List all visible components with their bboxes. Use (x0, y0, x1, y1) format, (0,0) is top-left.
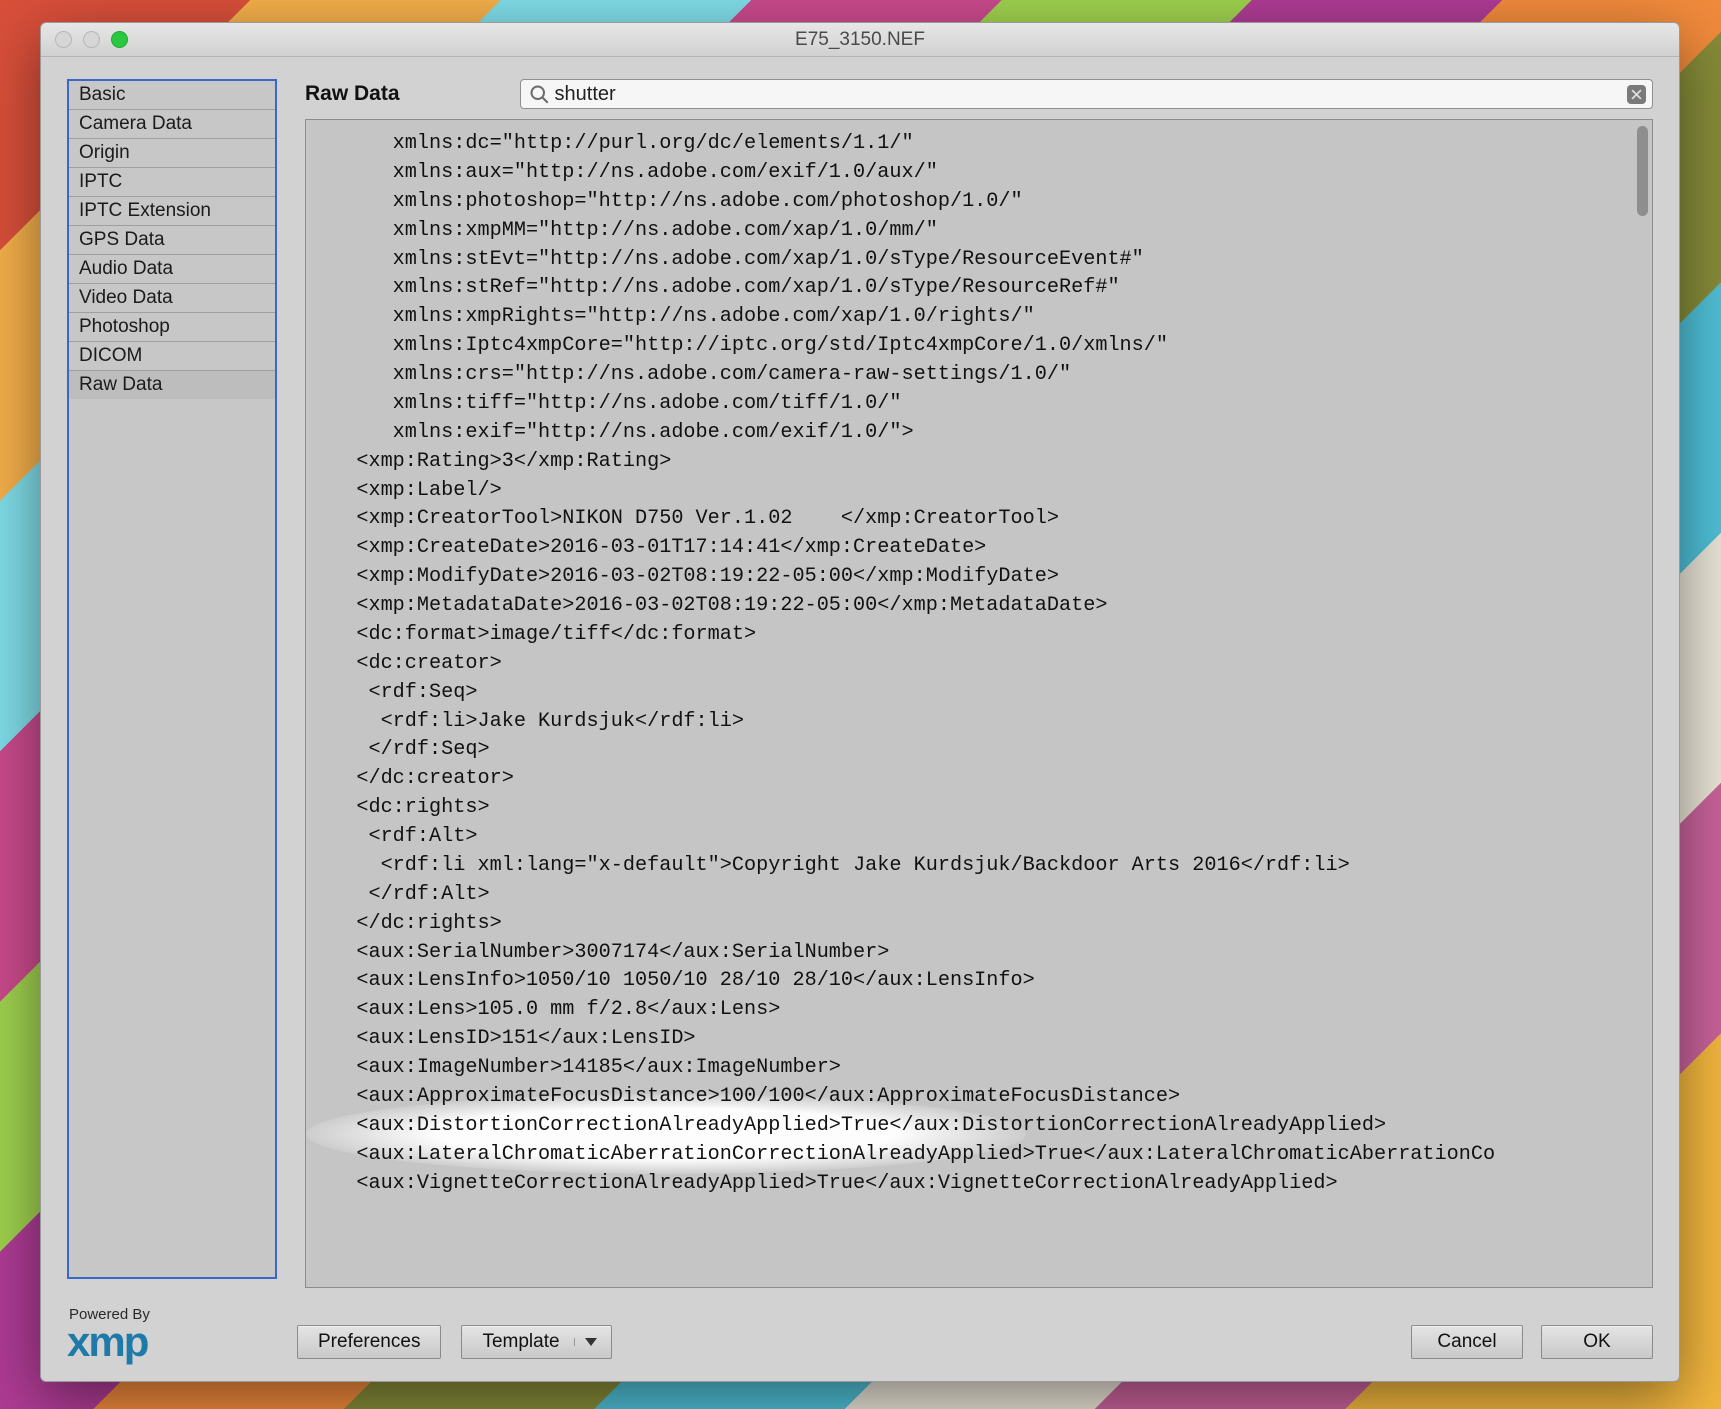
preferences-button[interactable]: Preferences (297, 1325, 441, 1359)
sidebar-item-camera-data[interactable]: Camera Data (69, 110, 275, 139)
dropdown-caret (574, 1338, 607, 1346)
sidebar-item-iptc[interactable]: IPTC (69, 168, 275, 197)
ok-button[interactable]: OK (1541, 1325, 1653, 1359)
minimize-window-button[interactable] (83, 31, 100, 48)
window-controls (41, 31, 128, 48)
metadata-window: E75_3150.NEF Basic Camera Data Origin IP… (40, 22, 1680, 1382)
panel-heading: Raw Data (305, 82, 400, 106)
sidebar-item-iptc-extension[interactable]: IPTC Extension (69, 197, 275, 226)
chevron-down-icon (585, 1338, 597, 1346)
close-window-button[interactable] (55, 31, 72, 48)
raw-xml-text[interactable]: xmlns:dc="http://purl.org/dc/elements/1.… (306, 120, 1652, 1208)
main-header: Raw Data (305, 79, 1653, 109)
clear-search-button[interactable] (1627, 85, 1646, 104)
titlebar: E75_3150.NEF (41, 23, 1679, 57)
window-title: E75_3150.NEF (41, 29, 1679, 51)
dialog-buttons: Cancel OK (1411, 1325, 1653, 1359)
search-icon (529, 84, 549, 104)
powered-by-block: Powered By xmp (67, 1306, 277, 1359)
sidebar-item-gps-data[interactable]: GPS Data (69, 226, 275, 255)
search-input[interactable] (555, 83, 1621, 106)
sidebar-item-basic[interactable]: Basic (69, 81, 275, 110)
raw-data-viewer[interactable]: xmlns:dc="http://purl.org/dc/elements/1.… (305, 119, 1653, 1288)
cancel-button[interactable]: Cancel (1411, 1325, 1523, 1359)
template-dropdown[interactable]: Template (461, 1325, 611, 1359)
sidebar-item-photoshop[interactable]: Photoshop (69, 313, 275, 342)
maximize-window-button[interactable] (111, 31, 128, 48)
sidebar-item-video-data[interactable]: Video Data (69, 284, 275, 313)
search-field[interactable] (520, 79, 1653, 109)
close-icon (1631, 89, 1642, 100)
category-sidebar: Basic Camera Data Origin IPTC IPTC Exten… (67, 79, 277, 1279)
footer: Powered By xmp Preferences Template Canc… (41, 1306, 1679, 1381)
xmp-logo: xmp (67, 1325, 277, 1359)
sidebar-item-raw-data[interactable]: Raw Data (69, 371, 275, 399)
sidebar-item-audio-data[interactable]: Audio Data (69, 255, 275, 284)
sidebar-item-dicom[interactable]: DICOM (69, 342, 275, 371)
main-panel: Raw Data (305, 79, 1653, 1288)
template-label: Template (482, 1331, 559, 1353)
content-area: Basic Camera Data Origin IPTC IPTC Exten… (41, 57, 1679, 1306)
sidebar-item-origin[interactable]: Origin (69, 139, 275, 168)
